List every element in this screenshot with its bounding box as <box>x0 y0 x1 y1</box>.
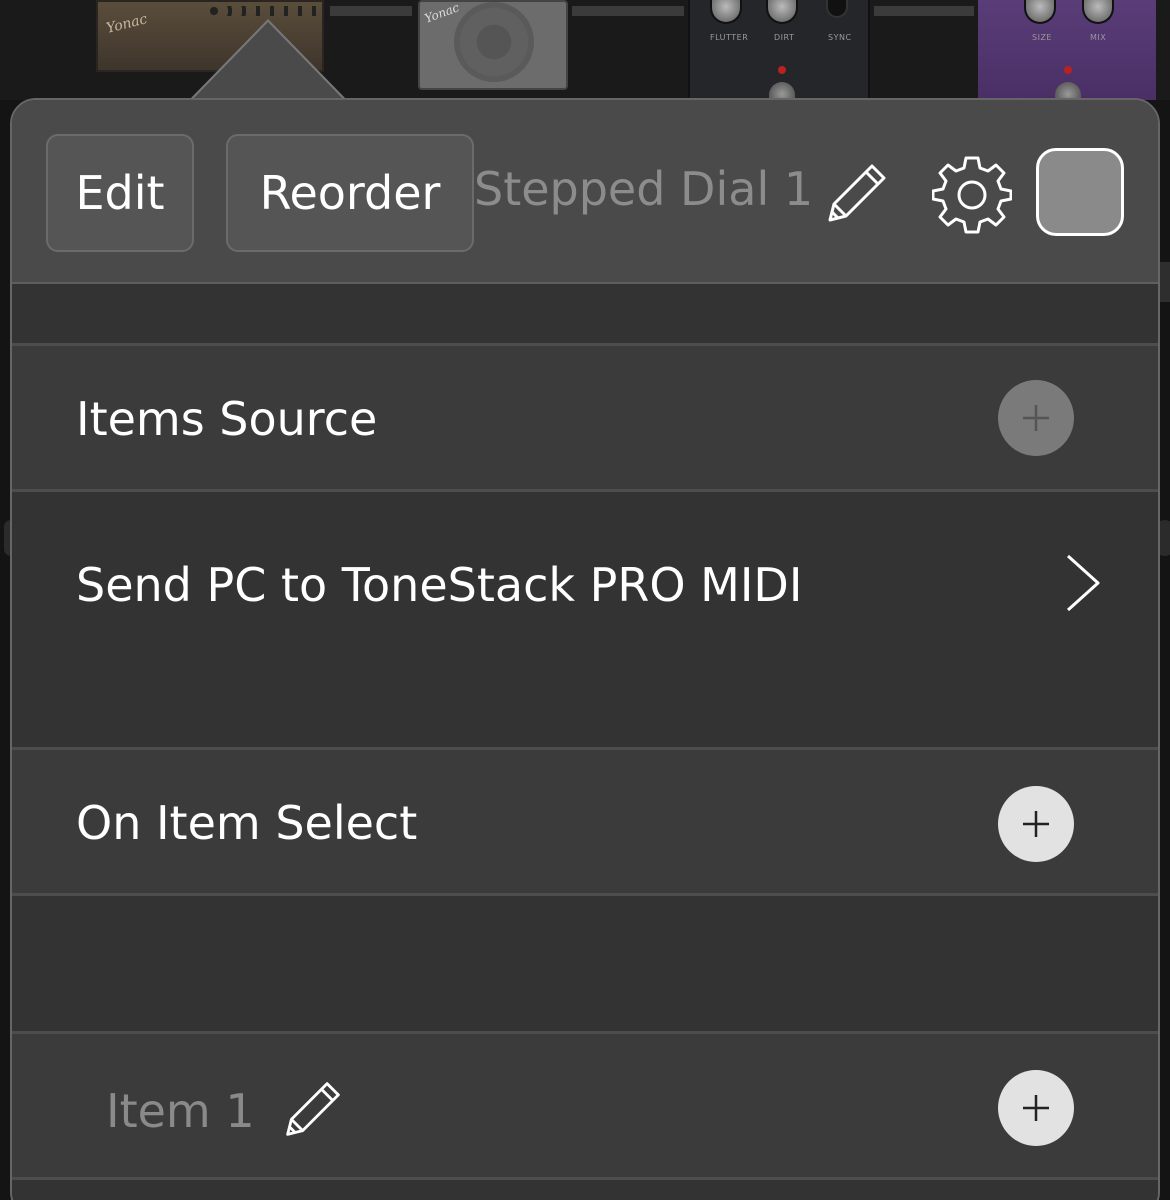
edit-button[interactable]: Edit <box>46 134 194 252</box>
popover-arrow <box>192 22 344 100</box>
add-items-source-button[interactable] <box>998 380 1074 456</box>
amp-logo: Yonac <box>104 11 149 37</box>
rack-rail <box>330 6 412 16</box>
amp-knob-row <box>208 6 324 16</box>
plus-icon <box>1023 1095 1049 1121</box>
add-item-action-button[interactable] <box>998 1070 1074 1146</box>
add-action-button[interactable] <box>998 786 1074 862</box>
pedal-label: FLUTTER <box>710 33 749 42</box>
pencil-icon[interactable] <box>824 160 890 226</box>
chevron-right-icon <box>1064 552 1104 614</box>
items-source-row: Items Source <box>12 346 1158 492</box>
rack-rail <box>874 6 974 16</box>
item-name: Item 1 <box>106 1084 255 1138</box>
pedal-led <box>778 66 786 74</box>
popover-header: Edit Reorder Stepped Dial 1 <box>12 100 1158 284</box>
rack-rail <box>572 6 684 16</box>
plus-icon <box>1023 811 1049 837</box>
pedal-knob <box>1024 0 1056 24</box>
speaker-cone <box>454 2 534 82</box>
pedal-label: DIRT <box>774 33 795 42</box>
list-bottom <box>12 1180 1158 1200</box>
color-swatch-button[interactable] <box>1036 148 1124 236</box>
reorder-button[interactable]: Reorder <box>226 134 474 252</box>
pedal-knob <box>1082 0 1114 24</box>
gear-icon[interactable] <box>931 154 1013 234</box>
on-item-select-label: On Item Select <box>76 796 418 850</box>
control-editor-popover: Edit Reorder Stepped Dial 1 Items Source… <box>10 98 1160 1200</box>
on-item-select-row: On Item Select <box>12 750 1158 896</box>
item-row: Item 1 <box>12 1034 1158 1180</box>
pedal-led <box>1064 66 1072 74</box>
plus-icon <box>1023 405 1049 431</box>
send-pc-label: Send PC to ToneStack PRO MIDI <box>76 558 803 612</box>
section-spacer <box>12 284 1158 346</box>
control-title: Stepped Dial 1 <box>474 162 814 216</box>
items-source-label: Items Source <box>76 392 378 446</box>
cabinet-unit: Yonac <box>418 0 568 90</box>
pedal-label: SYNC <box>828 33 852 42</box>
pedal-switch <box>826 0 848 18</box>
pedal-label: MIX <box>1090 33 1107 42</box>
pedal-knob <box>766 0 798 24</box>
section-spacer <box>12 896 1158 1034</box>
pedal-knob <box>710 0 742 24</box>
reverb-pedal: SIZE MIX <box>978 0 1156 102</box>
pedal-label: SIZE <box>1032 33 1052 42</box>
delay-pedal: FLUTTER DIRT SYNC <box>688 0 870 102</box>
send-pc-row[interactable]: Send PC to ToneStack PRO MIDI <box>12 492 1158 750</box>
cabinet-logo: Yonac <box>422 0 462 26</box>
pencil-icon[interactable] <box>282 1078 344 1140</box>
